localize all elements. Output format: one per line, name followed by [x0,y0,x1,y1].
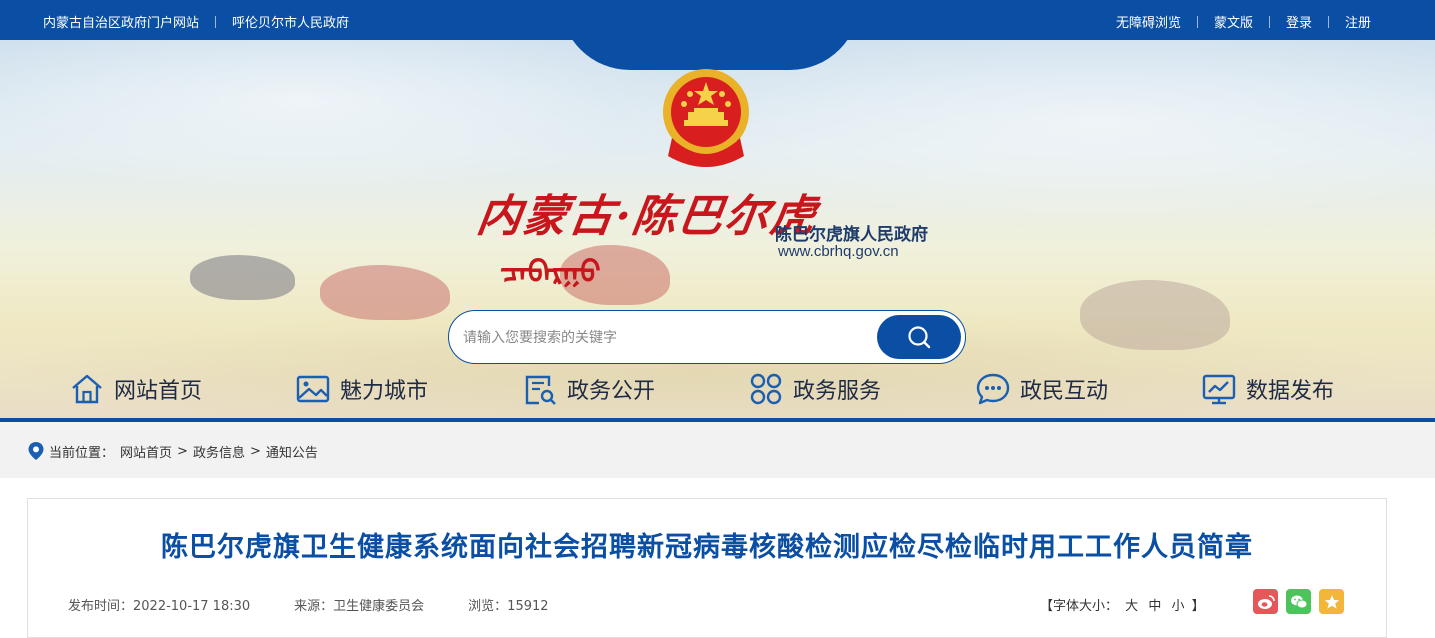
breadcrumb-separator: > [177,443,188,459]
breadcrumb-gov-info[interactable]: 政务信息 [193,442,245,461]
breadcrumb-separator: > [249,443,261,459]
mongolian-script-title: ᠴᠡᠪᠠᠷᠭᠤ [500,255,601,290]
divider [1196,15,1198,28]
nav-label: 网站首页 [114,379,203,404]
font-size-large[interactable]: 大 [1125,599,1138,614]
top-bar: 内蒙古自治区政府门户网站 呼伦贝尔市人民政府 无障碍浏览 蒙文版 登录 注册 [0,0,1435,40]
weibo-icon [1257,594,1275,609]
horse-painting [190,255,295,300]
nav-item-data-release[interactable]: 数据发布 [1202,372,1334,406]
article-source: 来源：卫生健康委员会 [294,599,425,614]
wechat-icon [1290,595,1307,608]
nav-item-gov-services[interactable]: 政务服务 [749,372,881,406]
top-bar-right-links: 无障碍浏览 蒙文版 登录 注册 [1116,12,1371,31]
share-weibo-button[interactable] [1253,589,1278,614]
grid-services-icon [750,373,782,405]
font-size-label: 【字体大小： [1040,599,1119,614]
breadcrumb-bar: 当前位置： 网站首页 > 政务信息 > 通知公告 [0,422,1435,478]
nav-label: 数据发布 [1246,379,1335,404]
chart-screen-icon [1202,374,1236,405]
nav-label: 政务公开 [567,379,656,404]
search-input[interactable] [463,325,863,351]
breadcrumb: 当前位置： 网站首页 > 政务信息 > 通知公告 [27,441,318,461]
divider [1268,15,1270,28]
chat-icon [976,373,1010,405]
share-buttons [1253,589,1352,614]
breadcrumb-home[interactable]: 网站首页 [120,442,172,461]
favorite-button[interactable] [1319,589,1344,614]
article-meta: 发布时间：2022-10-17 18:30 来源：卫生健康委员会 浏览：1591… [68,595,593,614]
nav-label: 政务服务 [793,379,882,404]
search-box [448,310,966,364]
home-icon [72,374,102,404]
divider [215,15,217,28]
search-button[interactable] [877,315,961,359]
nav-item-home[interactable]: 网站首页 [70,372,202,406]
article-panel: 陈巴尔虎旗卫生健康系统面向社会招聘新冠病毒核酸检测应检尽检临时用工工作人员简章 … [27,498,1387,638]
star-icon [1324,594,1339,609]
article-title: 陈巴尔虎旗卫生健康系统面向社会招聘新冠病毒核酸检测应检尽检临时用工工作人员简章 [161,532,1253,563]
font-size-medium[interactable]: 中 [1148,599,1161,614]
font-size-label-close: 】 [1191,599,1205,614]
divider [1327,15,1329,28]
top-bar-left-links: 内蒙古自治区政府门户网站 呼伦贝尔市人民政府 [43,12,349,31]
nav-item-city[interactable]: 魅力城市 [296,372,428,406]
gov-url: www.cbrhq.gov.cn [778,243,899,260]
nav-label: 政民互动 [1020,379,1109,404]
location-pin-icon [28,442,44,460]
gov-name: 陈巴尔虎旗人民政府 [775,225,928,245]
breadcrumb-prefix: 当前位置： [49,445,115,461]
link-hulunbuir-gov[interactable]: 呼伦贝尔市人民政府 [232,12,349,31]
font-size-control: 【字体大小： 大 中 小 】 [1040,595,1205,614]
mongolian-version-link[interactable]: 蒙文版 [1214,12,1253,31]
login-link[interactable]: 登录 [1286,12,1312,31]
nav-item-interaction[interactable]: 政民互动 [976,372,1108,406]
publish-time: 发布时间：2022-10-17 18:30 [68,599,251,614]
accessibility-link[interactable]: 无障碍浏览 [1116,12,1181,31]
breadcrumb-notices[interactable]: 通知公告 [266,442,318,461]
national-emblem-icon [663,69,749,167]
view-count: 浏览：15912 [468,599,549,614]
search-icon [908,326,931,349]
share-wechat-button[interactable] [1286,589,1311,614]
font-size-small[interactable]: 小 [1171,599,1184,614]
link-inner-mongolia-portal[interactable]: 内蒙古自治区政府门户网站 [43,12,199,31]
nav-item-gov-affairs-open[interactable]: 政务公开 [523,372,655,406]
document-search-icon [525,375,556,405]
header-banner: 内蒙古·陈巴尔虎 ᠴᠡᠪᠠᠷᠭᠤ 陈巴尔虎旗人民政府 www.cbrhq.gov… [0,40,1435,418]
register-link[interactable]: 注册 [1345,12,1371,31]
image-icon [296,375,330,403]
calligraphy-title: 内蒙古·陈巴尔虎 [473,191,821,242]
nav-label: 魅力城市 [340,379,429,404]
main-nav: 网站首页 魅力城市 政务公开 政务服务 政民互动 数据发布 [0,366,1435,418]
